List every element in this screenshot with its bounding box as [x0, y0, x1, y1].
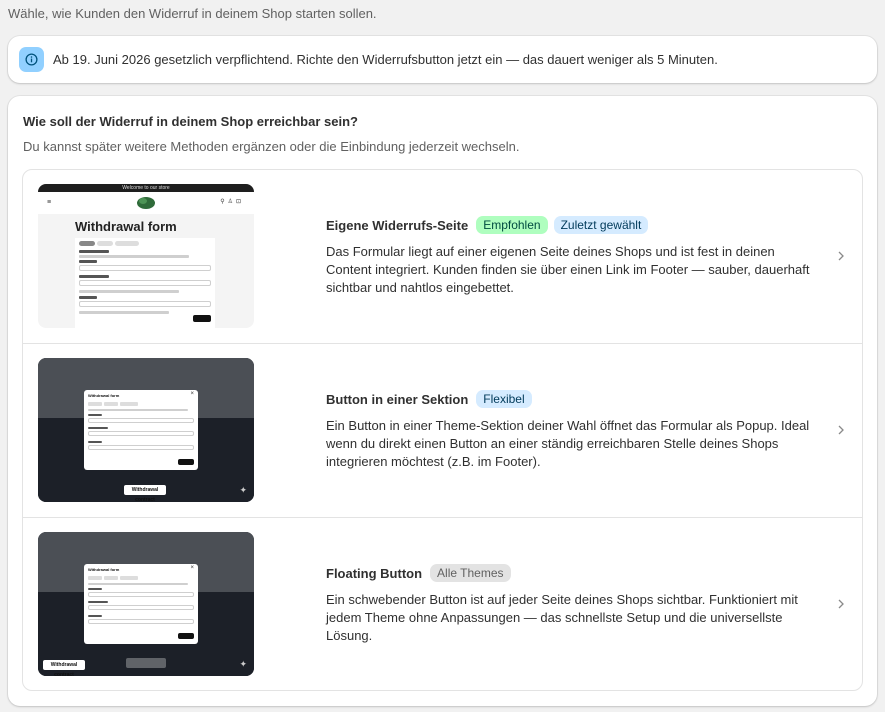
menu-icon: ≡ — [47, 199, 52, 206]
preview-heading: Withdrawal form — [75, 219, 177, 234]
preview-nav: ≡ ⚲♙⊡ — [38, 192, 254, 214]
option-content: Button in einer Sektion Flexibel Ein But… — [326, 390, 816, 471]
close-icon: × — [190, 565, 194, 571]
option-content: Floating Button Alle Themes Ein schweben… — [326, 564, 816, 645]
card-subtitle: Du kannst später weitere Methoden ergänz… — [23, 139, 520, 154]
preview-topbar: Welcome to our store — [38, 184, 254, 192]
chevron-right-icon — [838, 599, 844, 609]
intro-text: Wähle, wie Kunden den Widerruf in deinem… — [8, 6, 377, 21]
preview-own-page: Welcome to our store ≡ ⚲♙⊡ Withdrawal fo… — [38, 184, 254, 328]
option-section-button[interactable]: Withdrawal form × Withdrawal contract ✦ — [23, 344, 862, 518]
option-title: Button in einer Sektion — [326, 391, 469, 407]
chevron-right-icon — [838, 425, 844, 435]
method-options-list: Welcome to our store ≡ ⚲♙⊡ Withdrawal fo… — [22, 169, 863, 691]
preview-modal-title: Withdrawal form — [88, 567, 120, 572]
preview-modal-title: Withdrawal form — [88, 393, 120, 398]
nav-icons: ⚲♙⊡ — [220, 199, 244, 205]
option-description: Ein Button in einer Theme-Sektion deiner… — [326, 418, 810, 469]
method-card: Wie soll der Widerruf in deinem Shop err… — [8, 96, 877, 706]
info-icon — [19, 47, 44, 72]
option-content: Eigene Widerrufs-Seite Empfohlen Zuletzt… — [326, 216, 816, 297]
preview-floating-button: Withdrawal form × Withdrawal contract ✦ — [38, 532, 254, 676]
option-description: Das Formular liegt auf einer eigenen Sei… — [326, 244, 810, 295]
option-title: Floating Button — [326, 565, 423, 581]
badge-all-themes: Alle Themes — [430, 564, 511, 582]
preview-form — [75, 238, 215, 328]
sparkle-icon: ✦ — [239, 659, 247, 669]
badge-flexible: Flexibel — [476, 390, 532, 408]
preview-withdrawal-button: Withdrawal contract — [124, 485, 166, 502]
close-icon: × — [190, 391, 194, 397]
option-title: Eigene Widerrufs-Seite — [326, 217, 469, 233]
option-own-page[interactable]: Welcome to our store ≡ ⚲♙⊡ Withdrawal fo… — [23, 170, 862, 344]
preview-modal: Withdrawal form × — [84, 390, 198, 470]
info-banner: Ab 19. Juni 2026 gesetzlich verpflichten… — [8, 36, 877, 83]
badge-last-chosen: Zuletzt gewählt — [553, 216, 649, 234]
chevron-right-icon — [838, 251, 844, 261]
banner-text: Ab 19. Juni 2026 gesetzlich verpflichten… — [53, 52, 718, 67]
preview-modal: Withdrawal form × — [84, 564, 198, 644]
option-floating-button[interactable]: Withdrawal form × Withdrawal contract ✦ … — [23, 518, 862, 690]
badge-recommended: Empfohlen — [476, 216, 548, 234]
preview-section-button: Withdrawal form × Withdrawal contract ✦ — [38, 358, 254, 502]
tree-logo-icon — [137, 197, 155, 209]
preview-floating-withdrawal-button: Withdrawal contract — [43, 660, 85, 676]
option-description: Ein schwebender Button ist auf jeder Sei… — [326, 592, 798, 643]
card-title: Wie soll der Widerruf in deinem Shop err… — [23, 114, 358, 129]
sparkle-icon: ✦ — [239, 485, 247, 495]
